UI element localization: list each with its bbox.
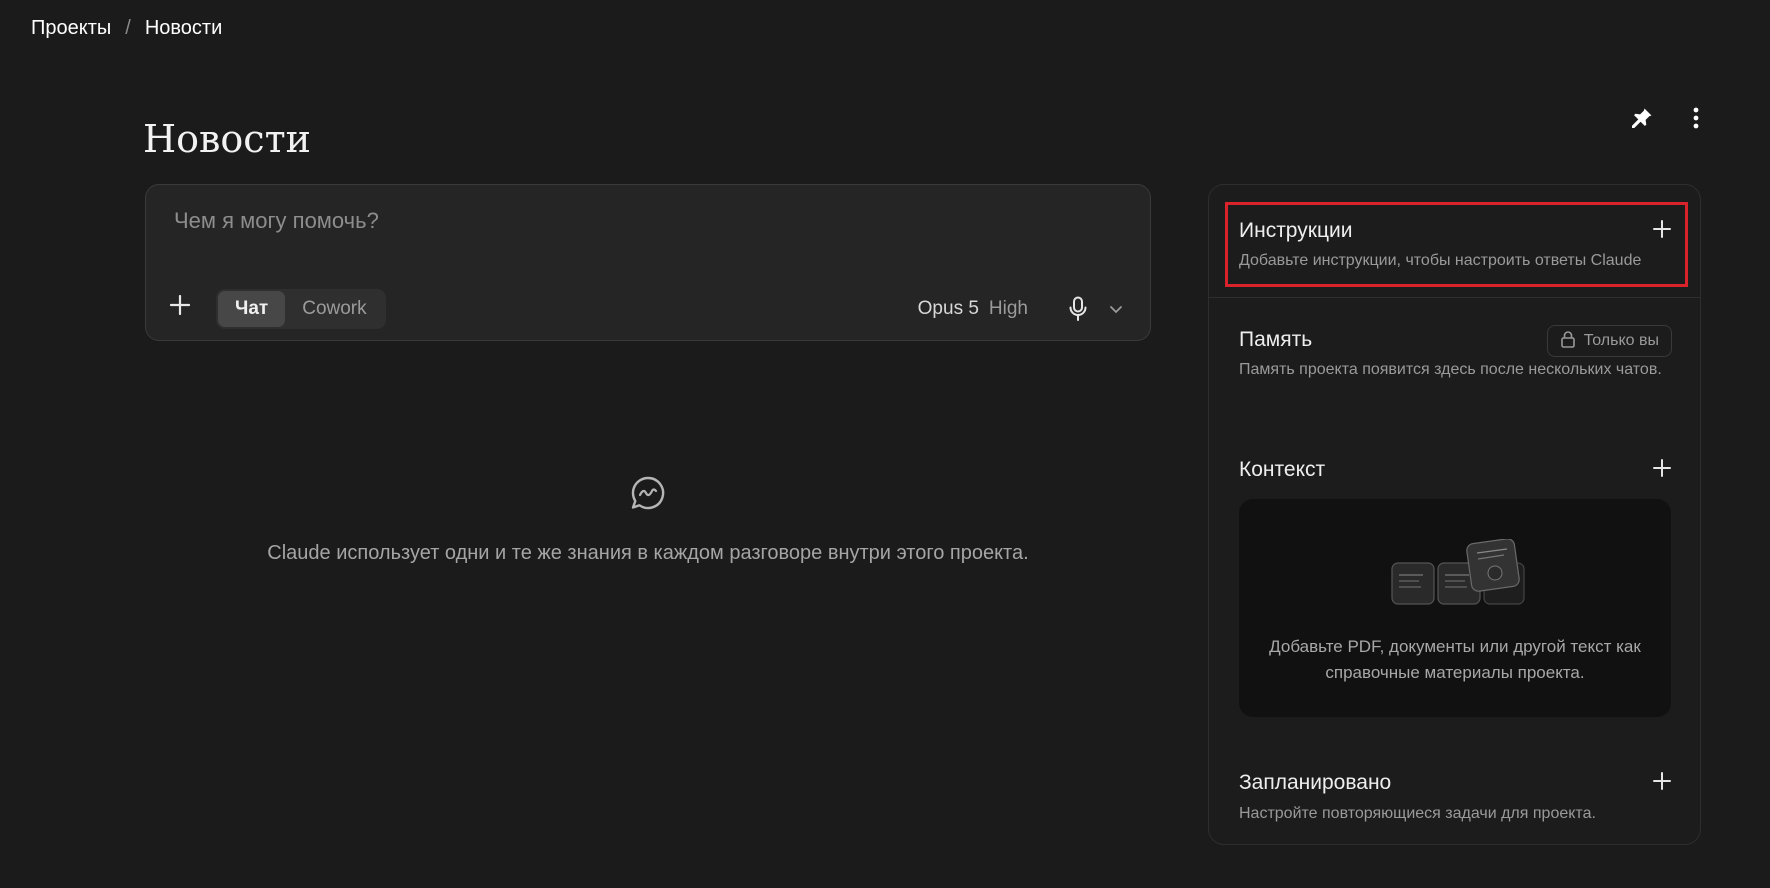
instructions-section[interactable]: Инструкции Добавьте инструкции, чтобы на… xyxy=(1209,185,1700,297)
project-side-panel: Инструкции Добавьте инструкции, чтобы на… xyxy=(1208,184,1701,845)
page-title: Новости xyxy=(143,117,311,162)
microphone-icon[interactable] xyxy=(1064,295,1092,323)
chat-bubble-icon xyxy=(629,474,667,517)
breadcrumb: Проекты / Новости xyxy=(31,17,222,40)
more-vertical-icon[interactable] xyxy=(1682,104,1710,132)
privacy-badge-label: Только вы xyxy=(1583,332,1659,349)
chat-input[interactable] xyxy=(172,207,1076,235)
chevron-down-icon[interactable] xyxy=(1102,295,1130,323)
scheduled-description: Настройте повторяющиеся задачи для проек… xyxy=(1239,805,1596,822)
model-controls: Opus 5 High xyxy=(918,289,1130,329)
breadcrumb-current[interactable]: Новости xyxy=(145,17,222,40)
add-scheduled-plus-icon[interactable] xyxy=(1650,769,1674,793)
context-card-text: Добавьте PDF, документы или другой текст… xyxy=(1269,637,1641,682)
effort-selector[interactable]: High xyxy=(989,298,1028,320)
pin-icon[interactable] xyxy=(1628,104,1656,132)
header-actions xyxy=(1628,104,1710,132)
mode-toggle: Чат Cowork xyxy=(216,289,386,329)
add-context-plus-icon[interactable] xyxy=(1650,456,1674,480)
context-upload-card[interactable]: Добавьте PDF, документы или другой текст… xyxy=(1239,499,1671,717)
memory-title: Память xyxy=(1239,328,1313,351)
breadcrumb-separator: / xyxy=(125,17,131,39)
chat-composer: Чат Cowork Opus 5 High xyxy=(145,184,1151,341)
empty-state-text: Claude использует одни и те же знания в … xyxy=(267,542,1029,564)
scheduled-section: Запланировано Настройте повторяющиеся за… xyxy=(1209,743,1700,846)
context-title: Контекст xyxy=(1239,458,1326,481)
add-instructions-plus-icon[interactable] xyxy=(1650,217,1674,241)
lock-icon xyxy=(1560,330,1576,353)
scheduled-title: Запланировано xyxy=(1239,771,1392,794)
instructions-description: Добавьте инструкции, чтобы настроить отв… xyxy=(1239,252,1642,269)
mode-cowork[interactable]: Cowork xyxy=(285,291,383,327)
breadcrumb-projects[interactable]: Проекты xyxy=(31,17,111,40)
mode-chat[interactable]: Чат xyxy=(218,291,286,327)
memory-section: Память Память проекта появится здесь пос… xyxy=(1209,297,1700,433)
model-selector[interactable]: Opus 5 xyxy=(918,298,979,320)
privacy-badge[interactable]: Только вы xyxy=(1546,325,1672,357)
plus-icon[interactable] xyxy=(166,291,194,319)
memory-description: Память проекта появится здесь после неск… xyxy=(1239,361,1662,378)
documents-illustration-icon xyxy=(1389,538,1529,619)
instructions-title: Инструкции xyxy=(1239,219,1353,242)
